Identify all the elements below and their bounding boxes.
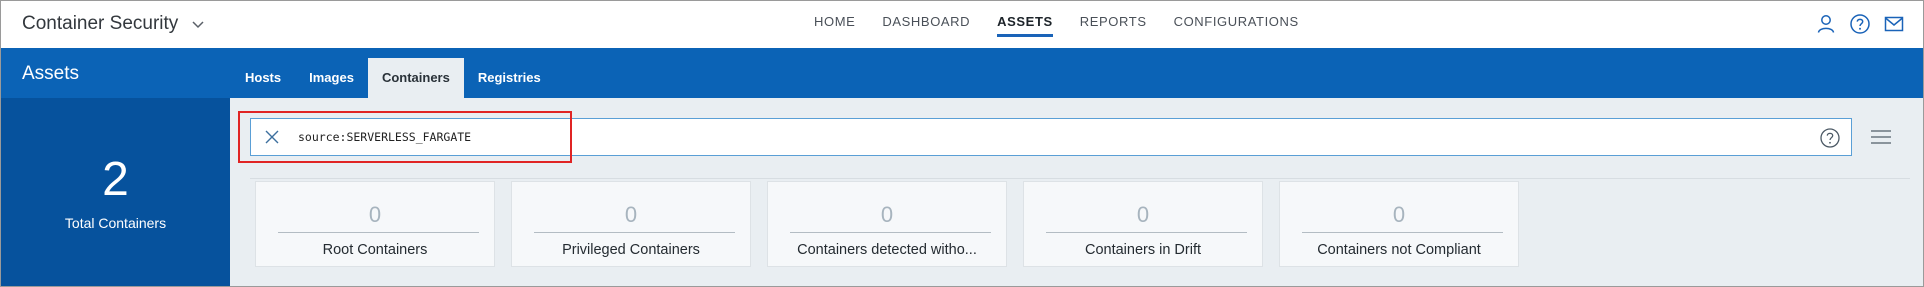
app-title: Container Security — [22, 13, 179, 34]
main-nav: HOME DASHBOARD ASSETS REPORTS CONFIGURAT… — [814, 1, 1299, 48]
stat-value: 0 — [624, 202, 638, 227]
divider — [250, 178, 1910, 179]
tab-containers[interactable]: Containers — [367, 58, 464, 98]
nav-home[interactable]: HOME — [814, 1, 855, 37]
stat-card-privileged[interactable]: 0 Privileged Containers — [511, 181, 751, 267]
stat-value: 0 — [368, 202, 382, 227]
stat-value: 0 — [880, 202, 894, 227]
top-icons — [1815, 13, 1905, 35]
total-count: 2 — [102, 153, 129, 206]
help-icon[interactable] — [1849, 13, 1871, 35]
total-label: Total Containers — [64, 215, 167, 231]
total-summary-panel: 2 Total Containers — [1, 98, 230, 286]
tab-images[interactable]: Images — [295, 58, 368, 98]
stat-label: Root Containers — [322, 242, 428, 258]
section-title: Assets — [22, 63, 80, 84]
card-divider — [534, 232, 735, 233]
mail-icon[interactable] — [1883, 13, 1905, 35]
tab-hosts[interactable]: Hosts — [231, 58, 295, 98]
user-icon[interactable] — [1815, 13, 1837, 35]
stat-label: Containers not Compliant — [1317, 242, 1481, 258]
nav-configurations[interactable]: CONFIGURATIONS — [1174, 1, 1299, 37]
card-divider — [790, 232, 991, 233]
highlight-box — [238, 111, 572, 163]
stat-label: Privileged Containers — [562, 242, 700, 258]
nav-reports[interactable]: REPORTS — [1080, 1, 1147, 37]
stat-card-not-compliant[interactable]: 0 Containers not Compliant — [1279, 181, 1519, 267]
chevron-down-icon — [192, 21, 204, 29]
main-content: source:SERVERLESS_FARGATE 0 Root Contain… — [230, 98, 1923, 286]
asset-tabs: Hosts Images Containers Registries — [231, 58, 555, 98]
stat-card-detected-without[interactable]: 0 Containers detected witho... — [767, 181, 1007, 267]
stat-card-root[interactable]: 0 Root Containers — [255, 181, 495, 267]
help-icon[interactable] — [1819, 127, 1841, 149]
stat-card-drift[interactable]: 0 Containers in Drift — [1023, 181, 1263, 267]
card-divider — [1046, 232, 1247, 233]
nav-assets[interactable]: ASSETS — [997, 1, 1053, 37]
app-switcher[interactable]: Container Security — [22, 13, 206, 35]
stat-label: Containers in Drift — [1084, 242, 1202, 258]
stat-label: Containers detected witho... — [797, 242, 977, 258]
top-bar: Container Security HOME DASHBOARD ASSETS… — [1, 1, 1923, 48]
card-divider — [1302, 232, 1503, 233]
menu-icon[interactable] — [1870, 128, 1892, 146]
stat-value: 0 — [1136, 202, 1150, 227]
app-window: Container Security HOME DASHBOARD ASSETS… — [0, 0, 1924, 287]
stat-value: 0 — [1392, 202, 1406, 227]
tab-registries[interactable]: Registries — [464, 58, 555, 98]
stat-cards: 0 Root Containers 0 Privileged Container… — [255, 181, 1519, 267]
nav-dashboard[interactable]: DASHBOARD — [882, 1, 970, 37]
card-divider — [278, 232, 479, 233]
